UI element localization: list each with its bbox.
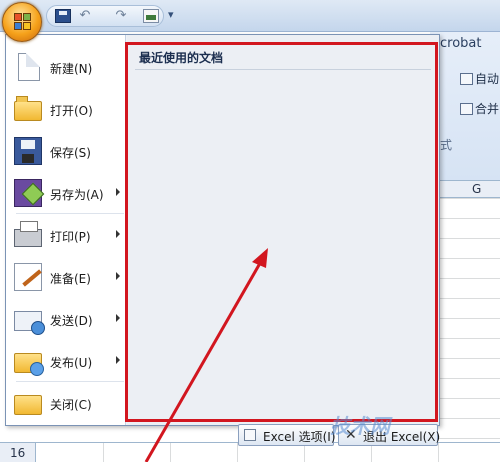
excel-options-button[interactable]: Excel 选项(I)	[238, 424, 336, 446]
menu-item-label: 关闭(C)	[50, 398, 92, 412]
auto-wrap-button[interactable]: 自动	[460, 70, 500, 90]
menu-item-prepare[interactable]: 准备(E)	[6, 257, 126, 299]
menu-item-save-as[interactable]: 另存为(A)	[6, 173, 126, 215]
menu-item-open[interactable]: 打开(O)	[6, 89, 126, 131]
menu-item-label: 打开(O)	[50, 104, 93, 118]
wrap-icon	[460, 73, 473, 85]
menu-item-label: 准备(E)	[50, 272, 91, 286]
menu-command-list: 新建(N) 打开(O) 保存(S) 另存为(A) 打印(P) 准备(E) 发送(…	[6, 35, 126, 425]
office-logo-icon	[14, 13, 32, 31]
quick-access-toolbar: ↶ ↷	[46, 5, 164, 27]
menu-separator	[16, 381, 124, 382]
menu-item-label: 发送(D)	[50, 314, 93, 328]
submenu-arrow-icon	[116, 230, 120, 238]
prepare-icon	[14, 263, 42, 291]
menu-separator	[16, 213, 124, 214]
menu-item-label: 新建(N)	[50, 62, 93, 76]
submenu-arrow-icon	[116, 188, 120, 196]
menu-item-label: 保存(S)	[50, 146, 91, 160]
save-as-icon	[14, 179, 42, 207]
title-bar: ↶ ↷ ▾	[0, 0, 500, 32]
highlight-box	[125, 42, 438, 422]
tab-acrobat[interactable]: crobat	[440, 36, 481, 51]
merge-button[interactable]: 合并	[460, 100, 500, 120]
floppy-save-icon	[14, 137, 42, 165]
close-folder-icon	[14, 395, 42, 415]
menu-item-close[interactable]: 关闭(C)	[6, 383, 126, 425]
menu-item-save[interactable]: 保存(S)	[6, 131, 126, 173]
watermark: 技术网	[330, 414, 390, 438]
ribbon-group-label: 式	[440, 138, 453, 152]
customize-toolbar-dropdown[interactable]: ▾	[168, 8, 174, 21]
picture-icon[interactable]	[143, 9, 159, 23]
new-document-icon	[18, 53, 40, 81]
printer-icon	[14, 221, 42, 247]
menu-item-send[interactable]: 发送(D)	[6, 299, 126, 341]
publish-icon	[14, 353, 44, 376]
menu-item-print[interactable]: 打印(P)	[6, 215, 126, 257]
redo-icon[interactable]: ↷	[113, 9, 129, 23]
submenu-arrow-icon	[116, 356, 120, 364]
options-icon	[244, 429, 256, 441]
menu-item-publish[interactable]: 发布(U)	[6, 341, 126, 383]
menu-item-label: 另存为(A)	[50, 188, 104, 202]
menu-item-new[interactable]: 新建(N)	[6, 47, 126, 89]
open-folder-icon	[14, 96, 42, 121]
column-header[interactable]: G	[436, 180, 500, 198]
office-button[interactable]	[2, 2, 42, 42]
sheet-grid[interactable]	[436, 198, 500, 462]
save-icon[interactable]	[55, 9, 71, 23]
merge-icon	[460, 103, 473, 115]
submenu-arrow-icon	[116, 314, 120, 322]
send-icon	[14, 311, 45, 335]
row-number[interactable]: 16	[0, 443, 36, 462]
menu-item-label: 打印(P)	[50, 230, 91, 244]
submenu-arrow-icon	[116, 272, 120, 280]
menu-item-label: 发布(U)	[50, 356, 93, 370]
undo-icon[interactable]: ↶	[77, 9, 93, 23]
